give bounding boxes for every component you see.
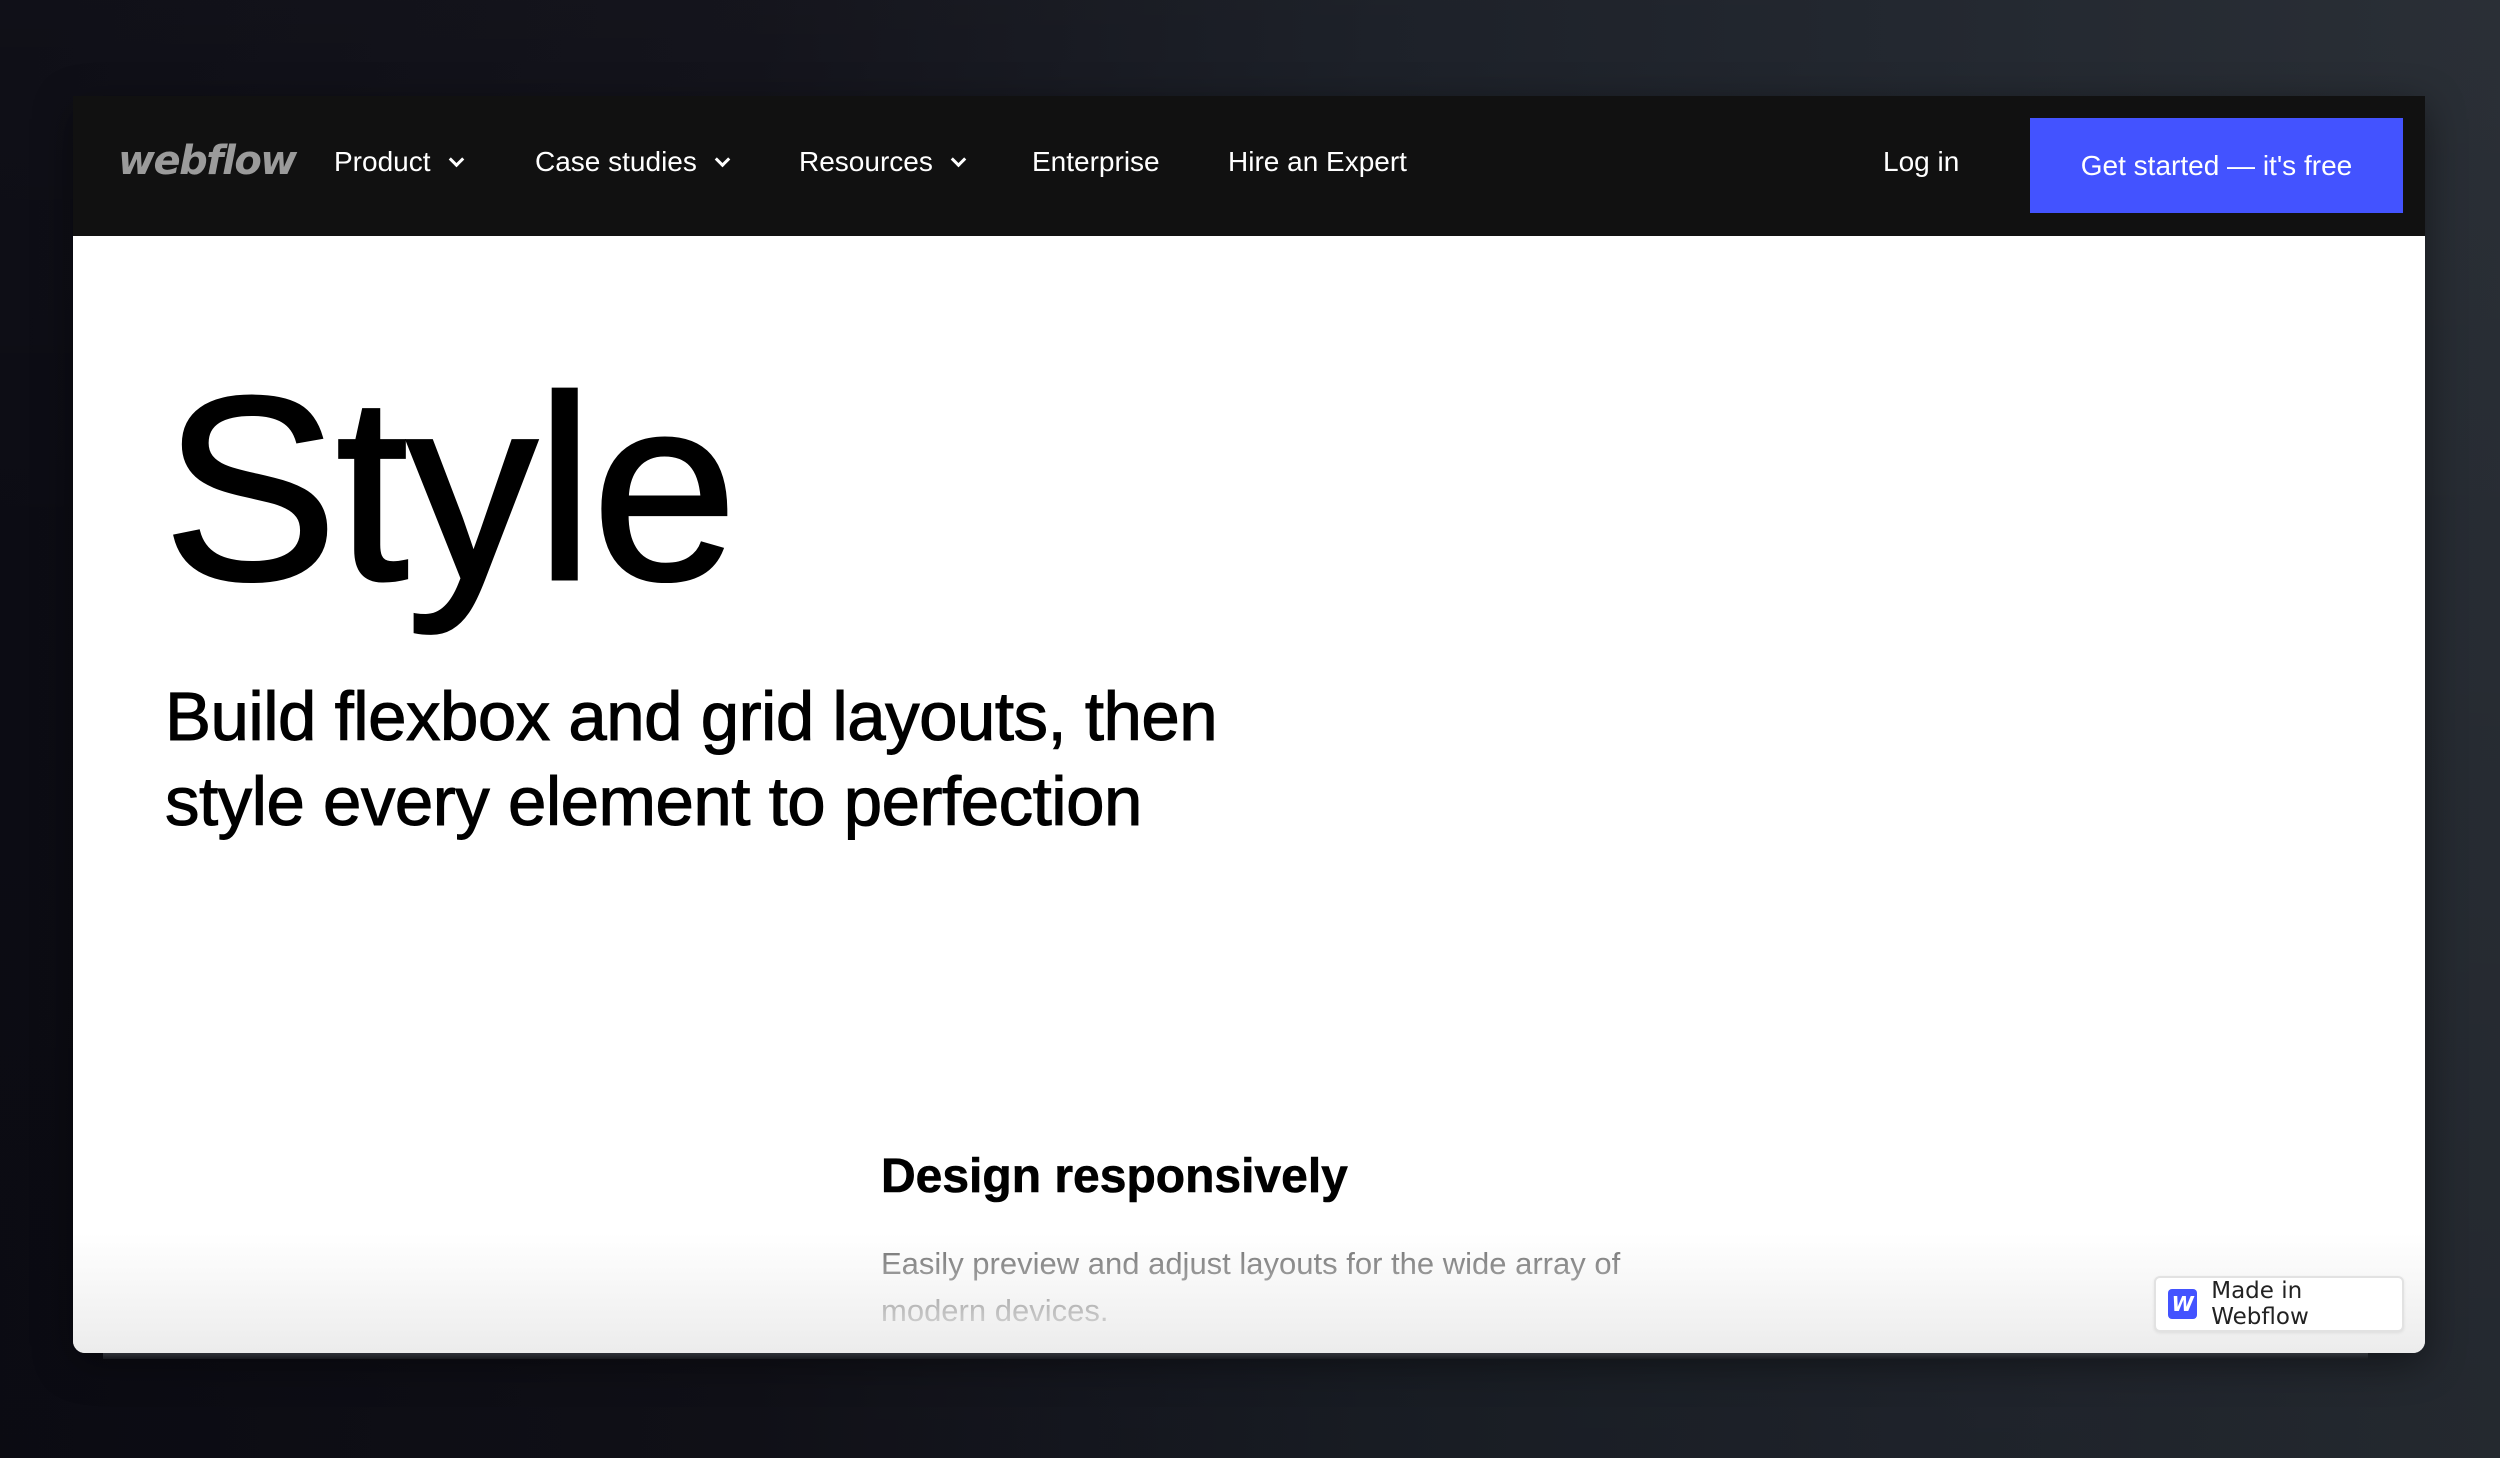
hero-title: Style (161, 342, 738, 635)
made-in-webflow-badge[interactable]: W Made in Webflow (2154, 1276, 2404, 1332)
nav-item-resources[interactable]: Resources (799, 144, 967, 180)
chevron-down-icon (714, 151, 731, 167)
nav-item-label: Case studies (535, 146, 697, 177)
webflow-logo[interactable]: webflow (118, 138, 297, 184)
nav-item-label: Resources (799, 146, 933, 177)
browser-page: webflow Product Case studies Resources E… (73, 96, 2425, 1353)
nav-item-label: Enterprise (1032, 146, 1160, 177)
nav-item-label: Product (334, 146, 431, 177)
badge-label: Made in Webflow (2211, 1278, 2309, 1330)
nav-item-case-studies[interactable]: Case studies (535, 144, 731, 180)
get-started-button[interactable]: Get started — it's free (2030, 118, 2403, 213)
nav-item-product[interactable]: Product (334, 144, 464, 180)
hero-subtitle: Build flexbox and grid layouts, then sty… (165, 678, 1219, 841)
feature-description: Easily preview and adjust layouts for th… (881, 1246, 1621, 1328)
login-link[interactable]: Log in (1883, 144, 1959, 180)
feature-heading: Design responsively (881, 1150, 1348, 1203)
chevron-down-icon (448, 151, 464, 167)
top-navigation: webflow Product Case studies Resources E… (73, 96, 2425, 236)
webflow-logo-icon: W (2168, 1289, 2198, 1319)
nav-item-enterprise[interactable]: Enterprise (1032, 144, 1160, 180)
nav-item-label: Hire an Expert (1228, 146, 1407, 177)
nav-item-hire-an-expert[interactable]: Hire an Expert (1228, 144, 1407, 180)
browser-toolbar-strip (103, 1353, 2368, 1359)
chevron-down-icon (950, 151, 967, 167)
